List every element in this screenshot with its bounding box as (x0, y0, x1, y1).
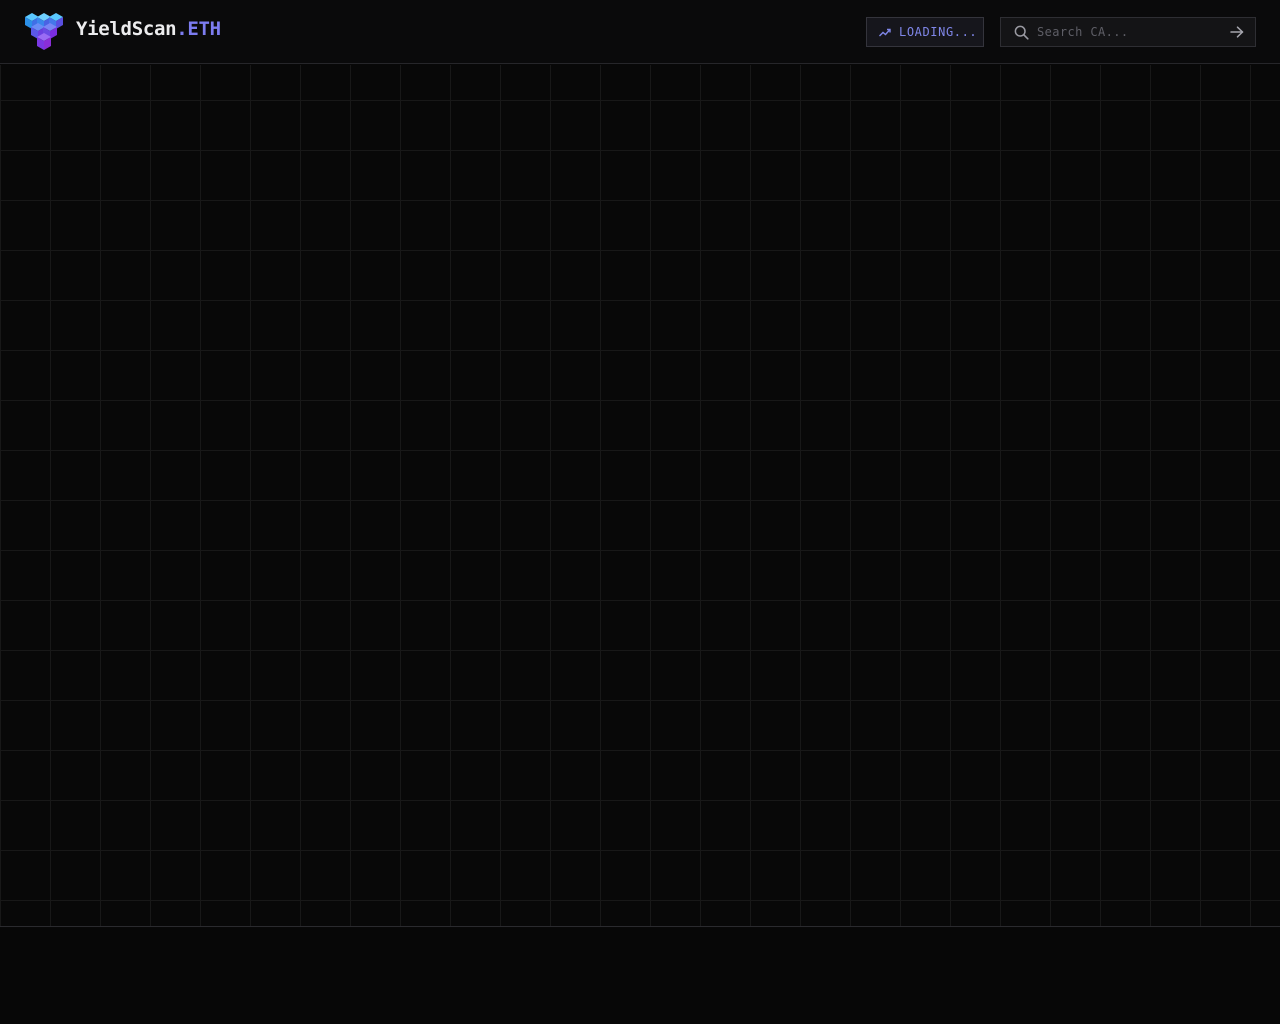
search-icon (1014, 25, 1029, 40)
footer-area (0, 928, 1280, 1024)
loading-status-label: LOADING... (899, 25, 978, 39)
trending-up-icon (879, 28, 891, 37)
top-header: YieldScan.ETH LOADING... (0, 0, 1280, 64)
loading-status-button[interactable]: LOADING... (866, 17, 984, 47)
grid-canvas (0, 65, 1280, 927)
brand-name: YieldScan (76, 18, 177, 40)
brand-wordmark[interactable]: YieldScan.ETH (76, 18, 221, 40)
search-input[interactable] (1037, 18, 1219, 46)
search-bar (1000, 17, 1256, 47)
arrow-right-icon (1230, 26, 1244, 38)
brand-tld: .ETH (176, 18, 221, 40)
search-submit-button[interactable] (1219, 18, 1255, 46)
logo-cube-icon (25, 13, 63, 50)
